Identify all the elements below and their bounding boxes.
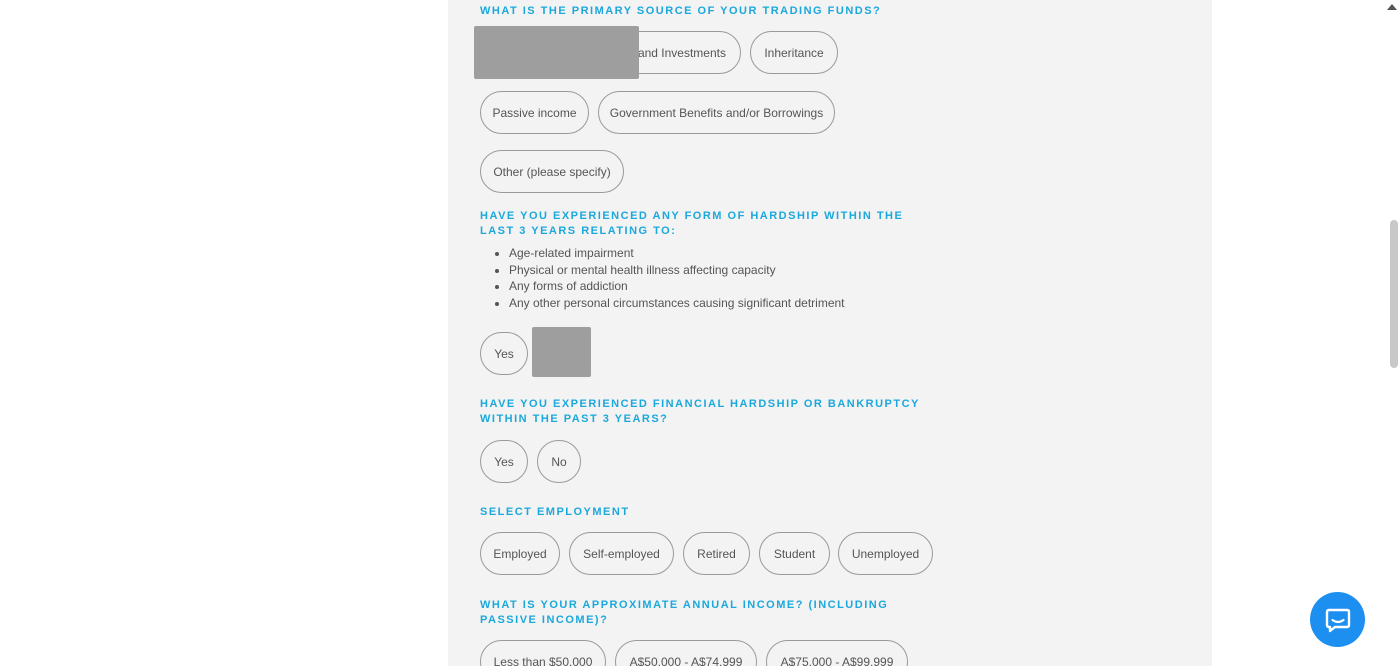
option-income-50k-75k[interactable]: A$50,000 - A$74,999: [615, 640, 757, 666]
hardship-yes-button[interactable]: Yes: [480, 332, 528, 375]
option-government-benefits[interactable]: Government Benefits and/or Borrowings: [598, 91, 835, 134]
page: WHAT IS THE PRIMARY SOURCE OF YOUR TRADI…: [0, 0, 1400, 666]
chat-button[interactable]: [1310, 592, 1365, 647]
question-hardship: HAVE YOU EXPERIENCED ANY FORM OF HARDSHI…: [480, 210, 904, 237]
redacted-area: [532, 327, 591, 377]
scroll-up-arrow-icon[interactable]: [1387, 4, 1397, 10]
question-employment: SELECT EMPLOYMENT: [480, 506, 630, 518]
scrollbar[interactable]: [1384, 0, 1400, 666]
option-income-less-50k[interactable]: Less than $50,000: [480, 640, 606, 666]
option-unemployed[interactable]: Unemployed: [838, 532, 933, 575]
option-retired[interactable]: Retired: [683, 532, 750, 575]
option-inheritance[interactable]: Inheritance: [750, 31, 838, 74]
list-item: Physical or mental health illness affect…: [509, 262, 845, 279]
option-student[interactable]: Student: [759, 532, 830, 575]
option-other[interactable]: Other (please specify): [480, 150, 624, 193]
chat-bubble-icon: [1325, 608, 1350, 632]
bankruptcy-yes-button[interactable]: Yes: [480, 440, 528, 483]
list-item: Any forms of addiction: [509, 278, 845, 295]
option-self-employed[interactable]: Self-employed: [569, 532, 674, 575]
list-item: Age-related impairment: [509, 245, 845, 262]
bankruptcy-no-button[interactable]: No: [537, 440, 581, 483]
question-trading-funds: WHAT IS THE PRIMARY SOURCE OF YOUR TRADI…: [480, 5, 882, 17]
hardship-list: Age-related impairment Physical or menta…: [480, 245, 845, 311]
option-passive-income[interactable]: Passive income: [480, 91, 589, 134]
question-income: WHAT IS YOUR APPROXIMATE ANNUAL INCOME? …: [480, 599, 889, 626]
scroll-thumb[interactable]: [1390, 220, 1398, 368]
redacted-area: [474, 26, 639, 79]
question-bankruptcy: HAVE YOU EXPERIENCED FINANCIAL HARDSHIP …: [480, 398, 920, 425]
list-item: Any other personal circumstances causing…: [509, 295, 845, 312]
option-income-75k-100k[interactable]: A$75,000 - A$99,999: [766, 640, 908, 666]
option-employed[interactable]: Employed: [480, 532, 560, 575]
